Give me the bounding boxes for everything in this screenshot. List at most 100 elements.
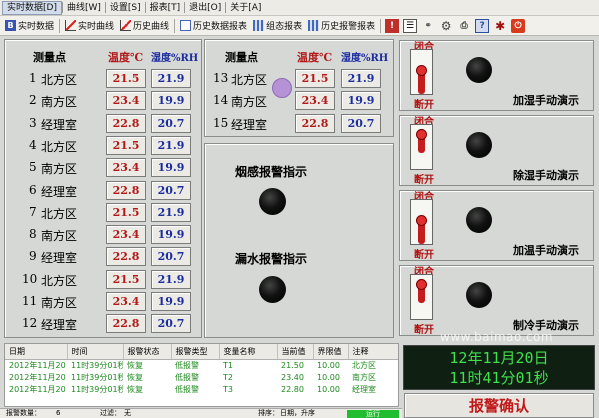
tools-icon[interactable]: ✱ bbox=[493, 19, 507, 33]
humidity-value: 20.7 bbox=[341, 113, 381, 133]
point-number: 4 bbox=[29, 137, 37, 152]
point-name: 南方区 bbox=[41, 229, 78, 244]
menu-realtime-data[interactable]: 实时数据[D] bbox=[2, 0, 62, 15]
temperature-value: 23.4 bbox=[106, 225, 146, 245]
temperature-value: 23.4 bbox=[106, 91, 146, 111]
point-name: 北方区 bbox=[41, 73, 78, 87]
link-icon[interactable]: ⚭ bbox=[421, 19, 435, 33]
switch-knob bbox=[416, 279, 427, 290]
list-icon[interactable]: ☰ bbox=[403, 18, 418, 33]
event-column-header: 注释 bbox=[348, 344, 398, 360]
help-icon[interactable]: ? bbox=[475, 18, 490, 33]
table-row[interactable]: 2012年11月20日 11时39分01秒恢复 低报警 T3 22.80 10.00 经理室 bbox=[5, 383, 398, 395]
event-cell: 恢复 bbox=[127, 360, 143, 370]
menu-settings[interactable]: 设置[S] bbox=[106, 1, 145, 15]
temperature-value: 22.8 bbox=[106, 113, 146, 133]
event-cell: 2012年11月20日 bbox=[9, 384, 67, 394]
menu-bar: 实时数据[D] 曲线[W] 设置[S] 报表[T] 退出[O] 关于[A] bbox=[0, 0, 599, 16]
point-number: 9 bbox=[29, 249, 37, 264]
temperature-value: 22.8 bbox=[106, 180, 146, 200]
switch-knob bbox=[416, 129, 427, 140]
point-name: 北方区 bbox=[41, 206, 78, 221]
temperature-value: 21.5 bbox=[295, 69, 335, 88]
control-panel-heat: 闭合 断开 加温手动演示 bbox=[399, 190, 594, 261]
event-cell: T1 bbox=[223, 360, 233, 370]
col-header-hum: 湿度%RH bbox=[151, 53, 199, 64]
realtime-data-label: 实时数据 bbox=[18, 22, 55, 32]
left-measure-panel: 测量点 温度℃ 湿度%RH 1 北方区 21.5 21.9 2 南方区 23.4 19.9 3 经… bbox=[4, 39, 202, 338]
point-number: 3 bbox=[29, 115, 37, 130]
toolbar-divider bbox=[380, 18, 382, 33]
smoke-alarm-label: 烟感报警指示 bbox=[235, 165, 308, 179]
humidity-value: 21.9 bbox=[151, 269, 191, 289]
realtime-curve-button[interactable]: 实时曲线 bbox=[62, 18, 117, 34]
humidity-value: 19.9 bbox=[151, 292, 191, 311]
menu-report[interactable]: 报表[T] bbox=[146, 1, 185, 15]
toolbar: B 实时数据 实时曲线 历史曲线 历史数据报表 组态报表 历史报警报表 ! ☰ … bbox=[0, 16, 599, 36]
temperature-value: 22.8 bbox=[106, 314, 146, 334]
table-row[interactable]: 2012年11月20日 11时39分01秒恢复 低报警 T1 21.50 10.00 北方区 bbox=[5, 359, 398, 371]
event-column-header: 时间 bbox=[67, 344, 124, 360]
temperature-value: 21.5 bbox=[106, 135, 146, 155]
alarm-ack-button[interactable]: 报警确认 bbox=[404, 393, 594, 418]
realtime-data-button[interactable]: B 实时数据 bbox=[2, 18, 57, 34]
control-panel-cool: 闭合 断开 制冷手动演示 bbox=[399, 265, 594, 336]
print-icon[interactable]: ⎙ bbox=[457, 19, 471, 33]
history-curve-button[interactable]: 历史曲线 bbox=[117, 18, 172, 34]
menu-exit[interactable]: 退出[O] bbox=[185, 1, 225, 15]
switch-off-label: 断开 bbox=[414, 250, 434, 261]
manual-switch-heat[interactable] bbox=[410, 199, 433, 245]
point-name: 北方区 bbox=[231, 73, 268, 87]
point-name: 经理室 bbox=[231, 117, 268, 132]
config-report-icon bbox=[253, 20, 265, 31]
history-report-button[interactable]: 历史数据报表 bbox=[177, 18, 250, 34]
menu-about[interactable]: 关于[A] bbox=[226, 1, 265, 15]
point-number: 13 bbox=[213, 71, 229, 85]
manual-switch-cool[interactable] bbox=[410, 274, 433, 320]
control-panel-dehumidify: 闭合 断开 除湿手动演示 bbox=[399, 115, 594, 186]
app-window: 实时数据[D] 曲线[W] 设置[S] 报表[T] 退出[O] 关于[A] B … bbox=[0, 0, 599, 418]
humidity-value: 20.7 bbox=[151, 113, 191, 133]
settings-icon[interactable]: ⚙ bbox=[439, 19, 453, 33]
point-name: 经理室 bbox=[41, 251, 78, 266]
report-icon bbox=[180, 20, 192, 31]
status-lamp bbox=[466, 132, 492, 158]
table-row[interactable]: 2012年11月20日 11时39分01秒恢复 低报警 T2 23.40 10.00 南方区 bbox=[5, 371, 398, 383]
run-status-badge: 运行 bbox=[347, 410, 399, 418]
point-number: 2 bbox=[29, 93, 37, 108]
manual-switch-humidify[interactable] bbox=[410, 49, 433, 95]
date-display: 12年11月20日 bbox=[449, 349, 549, 367]
point-number: 6 bbox=[29, 182, 37, 197]
event-log-table[interactable]: 日期时间报警状态报警类型变量名称当前值界限值注释 2012年11月20日 11时3… bbox=[4, 343, 399, 407]
event-cell: 南方区 bbox=[352, 372, 376, 382]
filter-value: 无 bbox=[124, 409, 131, 417]
status-lamp bbox=[466, 282, 492, 308]
event-cell: 22.80 bbox=[281, 384, 304, 394]
manual-switch-dehumidify[interactable] bbox=[410, 124, 433, 170]
power-icon[interactable]: ⏻ bbox=[511, 18, 526, 33]
humidity-value: 19.9 bbox=[341, 91, 381, 111]
event-cell: 10.00 bbox=[317, 372, 340, 382]
humidity-value: 20.7 bbox=[151, 247, 191, 267]
humidity-value: 20.7 bbox=[151, 314, 191, 334]
mid-measure-panel: 测量点 温度℃ 湿度%RH 13 北方区 21.5 21.9 14 南方区 23.4 19.9… bbox=[204, 39, 394, 137]
event-cell: T3 bbox=[223, 384, 233, 394]
history-curve-label: 历史曲线 bbox=[133, 22, 170, 32]
point-number: 5 bbox=[29, 160, 37, 175]
info-icon[interactable]: ! bbox=[385, 18, 400, 33]
temperature-value: 22.8 bbox=[106, 247, 146, 267]
col-header-point: 测量点 bbox=[225, 51, 258, 64]
event-cell: 11时39分01秒 bbox=[71, 372, 123, 382]
temperature-value: 23.4 bbox=[106, 292, 146, 311]
point-name: 南方区 bbox=[41, 296, 78, 310]
alarm-report-icon bbox=[308, 20, 320, 31]
config-report-button[interactable]: 组态报表 bbox=[250, 18, 305, 34]
menu-curve[interactable]: 曲线[W] bbox=[63, 1, 105, 15]
temperature-value: 22.8 bbox=[295, 113, 335, 133]
toolbar-divider bbox=[174, 18, 176, 33]
event-cell: 低报警 bbox=[175, 360, 199, 370]
alarm-report-button[interactable]: 历史报警报表 bbox=[305, 18, 378, 34]
col-header-hum: 湿度%RH bbox=[341, 53, 389, 64]
sort-value: 日期，升序 bbox=[280, 409, 315, 417]
point-name: 南方区 bbox=[231, 95, 268, 110]
